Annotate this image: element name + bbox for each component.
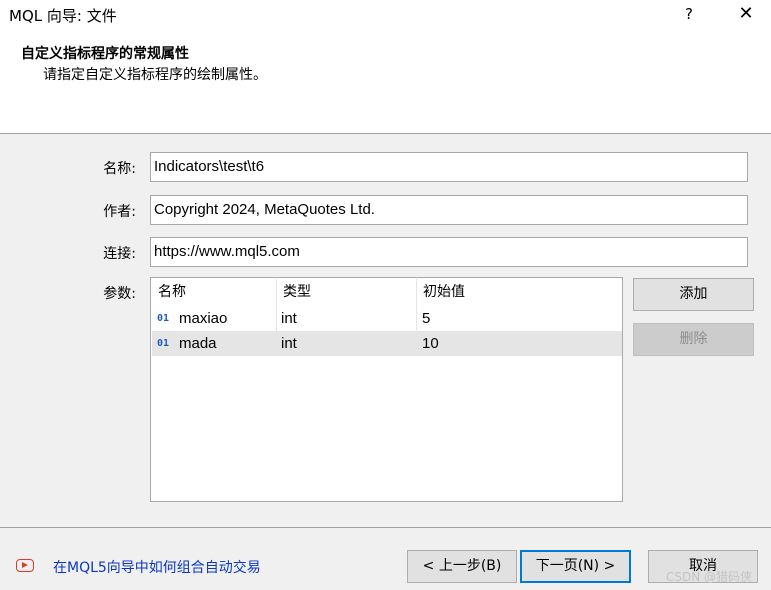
wizard-header: 自定义指标程序的常规属性 请指定自定义指标程序的绘制属性。 [0, 30, 771, 134]
cell-name: 01 mada [152, 331, 277, 356]
param-value: 5 [422, 310, 431, 327]
add-button[interactable]: 添加 [633, 278, 754, 311]
watermark: CSDN @猎码侠 [666, 570, 753, 584]
table-row[interactable]: 01 mada int 10 [152, 331, 622, 356]
table-header: 名称 类型 初始值 [152, 279, 622, 306]
footer-divider [0, 527, 771, 528]
params-label: 参数: [103, 286, 136, 302]
param-name: mada [179, 335, 217, 352]
column-header-name[interactable]: 名称 [152, 279, 277, 306]
name-label: 名称: [103, 161, 136, 177]
next-button[interactable]: 下一页(N) > [520, 550, 631, 583]
param-name: maxiao [179, 310, 228, 327]
column-header-type[interactable]: 类型 [277, 279, 417, 306]
link-label: 连接: [103, 246, 136, 262]
wizard-help-link[interactable]: 在MQL5向导中如何组合自动交易 [53, 557, 261, 577]
name-field[interactable]: Indicators\test\t6 [150, 152, 748, 182]
close-icon[interactable]: ✕ [732, 2, 760, 26]
video-play-icon[interactable] [16, 559, 34, 572]
window-title: MQL 向导: 文件 [9, 7, 117, 25]
page-subtitle: 请指定自定义指标程序的绘制属性。 [43, 67, 267, 83]
column-header-initial-value[interactable]: 初始值 [417, 279, 622, 306]
params-table[interactable]: 名称 类型 初始值 01 maxiao int 5 01 mada int 10 [150, 277, 623, 502]
table-row[interactable]: 01 maxiao int 5 [152, 306, 622, 331]
author-label: 作者: [103, 204, 136, 220]
back-button[interactable]: < 上一步(B) [407, 550, 517, 583]
title-bar: MQL 向导: 文件 ? ✕ [0, 0, 771, 30]
page-title: 自定义指标程序的常规属性 [21, 46, 189, 62]
delete-button[interactable]: 删除 [633, 323, 754, 356]
link-field[interactable]: https://www.mql5.com [150, 237, 748, 267]
author-field[interactable]: Copyright 2024, MetaQuotes Ltd. [150, 195, 748, 225]
param-value: 10 [422, 335, 439, 352]
param-type: int [277, 331, 417, 356]
variable-icon: 01 [157, 313, 170, 324]
help-button[interactable]: ? [676, 2, 702, 26]
cell-name: 01 maxiao [152, 306, 277, 331]
variable-icon: 01 [157, 338, 170, 349]
param-type: int [277, 306, 417, 331]
